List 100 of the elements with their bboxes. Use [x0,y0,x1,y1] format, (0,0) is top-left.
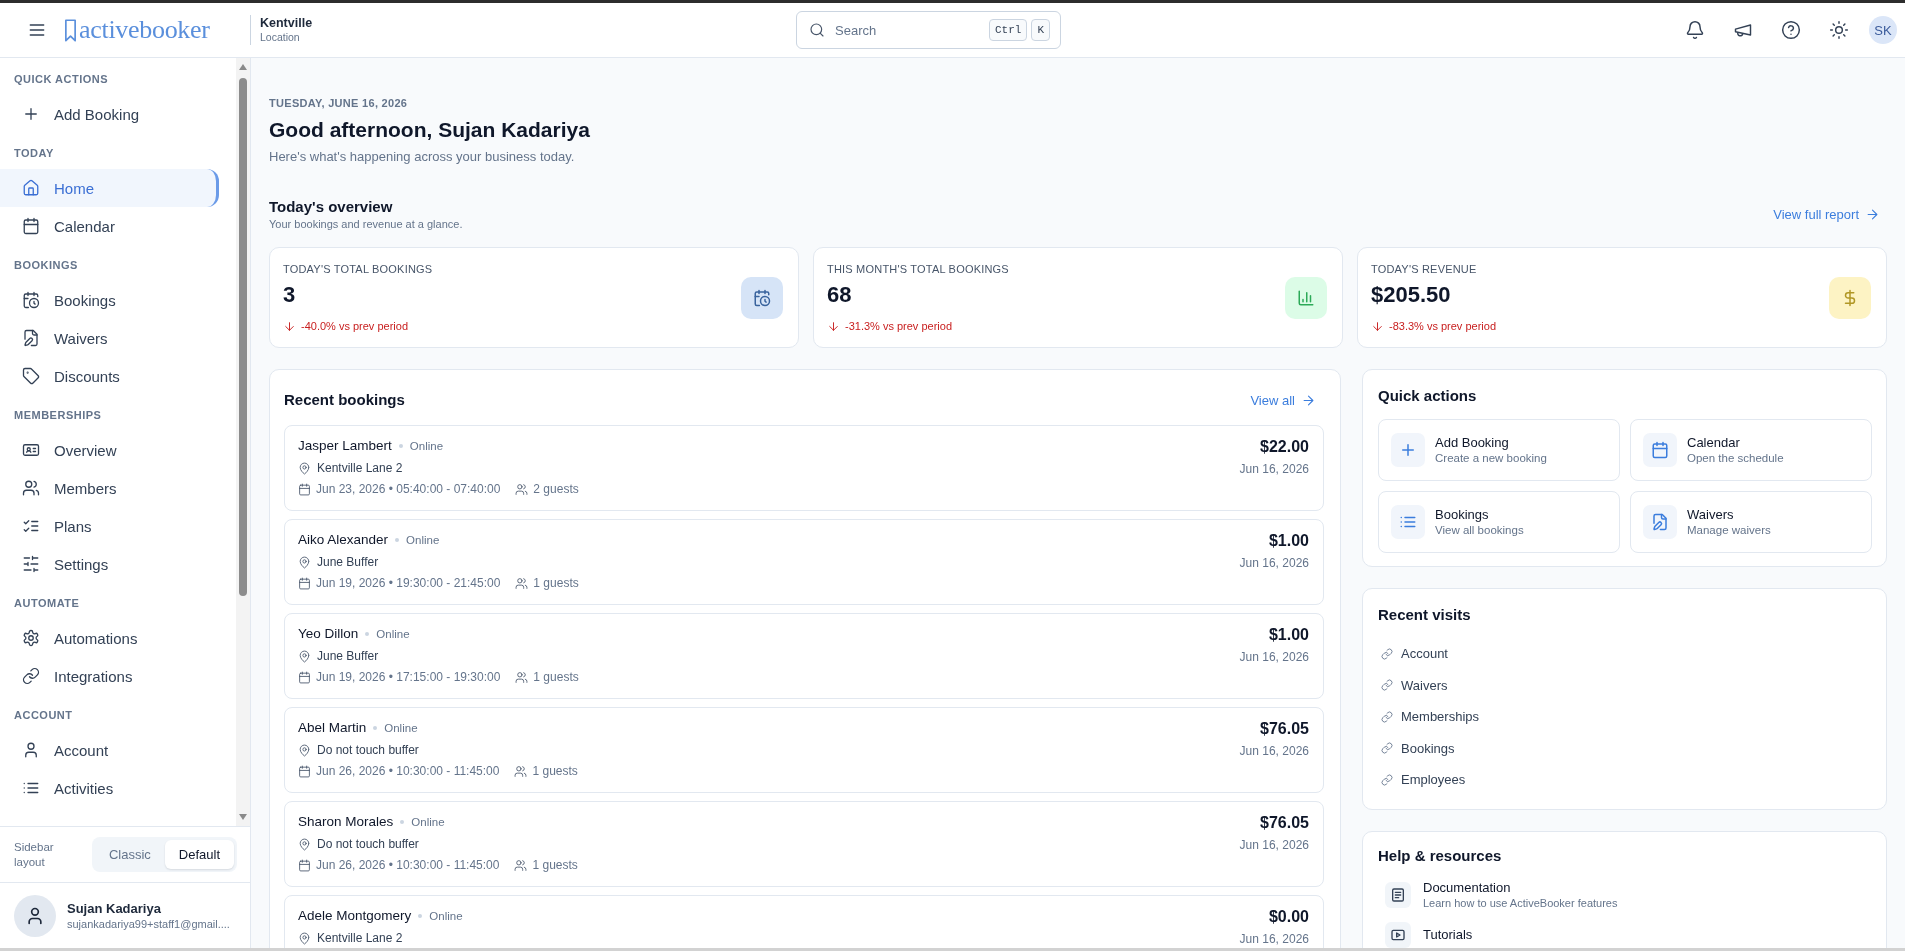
calendar-icon [298,764,311,778]
booking-price: $76.05 [1259,719,1309,739]
calendar-icon [298,858,311,872]
stat-label: THIS MONTH'S TOTAL BOOKINGS [827,262,1009,276]
sidebar-item[interactable]: Overview [0,431,219,469]
settings-icon [22,629,40,647]
guest-count: 1 guests [533,669,579,685]
booking-location: Kentville Lane 2 [317,460,403,476]
layout-option[interactable]: Default [164,840,234,869]
layout-option[interactable]: Classic [94,840,165,869]
map-pin-icon [298,837,311,851]
booking-date: Jun 16, 2026 [1239,931,1309,947]
booking-source: Online [429,909,463,924]
view-full-report-link[interactable]: View full report [1773,206,1887,222]
booking-card[interactable]: Aiko Alexander Online June Buffer Jun 19, 2026 • 19:30:00 - 21:45:00 1 guests $1.00 Jun 16, 2026 [284,519,1324,605]
booking-card[interactable]: Jasper Lambert Online Kentville Lane 2 Jun 23, 2026 • 05:40:00 - 07:40:00 2 guests $22.00 Jun 16, 2026 [284,425,1324,511]
sidebar-item[interactable]: Waivers [0,319,219,357]
file-pen-icon [1643,505,1677,539]
booking-price: $22.00 [1259,437,1309,457]
quick-action-tile[interactable]: Add Booking Create a new booking [1378,419,1620,481]
search-icon [809,22,825,38]
sidebar-item[interactable]: Members [0,469,219,507]
help-resource-link[interactable]: Documentation Learn how to use ActiveBooker features [1378,874,1618,915]
quick-action-tile[interactable]: Bookings View all bookings [1378,491,1620,553]
user-avatar[interactable]: SK [1869,16,1897,44]
calendar-icon [298,482,311,496]
section-title: Today's overview [269,197,394,217]
arrow-right-icon [1301,392,1316,408]
booking-card[interactable]: Abel Martin Online Do not touch buffer Jun 26, 2026 • 10:30:00 - 11:45:00 1 guests $76.05 Jun 16, 2026 [284,707,1324,793]
customer-name: Aiko Alexander [298,531,389,549]
stat-value: 3 [283,281,297,309]
separator-dot-icon [400,820,405,824]
greeting-heading: Good afternoon, Sujan Kadariya [269,117,591,143]
section-label: ACCOUNT [13,708,74,723]
link-icon [1381,710,1393,723]
sidebar-item[interactable]: Account [0,731,219,769]
recent-visit-link[interactable]: Waivers [1378,669,1448,701]
user-email: sujankadariya99+staff1@gmail.... [67,916,230,932]
quick-action-tile[interactable]: Calendar Open the schedule [1630,419,1872,481]
id-card-icon [22,441,40,459]
tag-icon [22,367,40,385]
sidebar-item[interactable]: Calendar [0,207,219,245]
checklist-icon [22,517,40,535]
file-pen-icon [22,329,40,347]
section-label: QUICK ACTIONS [13,72,110,87]
users-icon [22,479,40,497]
sidebar-item[interactable]: Integrations [0,657,219,695]
layout-label: Sidebar layout [14,839,55,870]
home-icon [22,179,40,197]
help-resource-link[interactable]: Tutorials [1378,914,1473,948]
booking-card[interactable]: Yeo Dillon Online June Buffer Jun 19, 2026 • 17:15:00 - 19:30:00 1 guests $1.00 Jun 16, 2026 [284,613,1324,699]
booking-card[interactable]: Adele Montgomery Online Kentville Lane 2 $0.00 Jun 16, 2026 [284,895,1324,948]
recent-visit-link[interactable]: Bookings [1378,732,1455,764]
sidebar-item[interactable]: Plans [0,507,219,545]
calendar-icon [298,576,311,590]
booking-source: Online [384,721,418,736]
booking-source: Online [376,627,410,642]
calendar-icon [1643,433,1677,467]
recent-visit-link[interactable]: Account [1378,638,1448,670]
recent-visit-link[interactable]: Employees [1378,764,1466,796]
recent-visit-link[interactable]: Memberships [1378,701,1480,733]
sidebar-item[interactable]: Automations [0,619,219,657]
avatar-icon[interactable] [14,894,56,937]
map-pin-icon [298,649,311,663]
booking-card[interactable]: Sharon Morales Online Do not touch buffer Jun 26, 2026 • 10:30:00 - 11:45:00 1 guests $76.05 Jun 16, 2026 [284,801,1324,887]
sliders-icon [22,555,40,573]
guest-count: 1 guests [533,575,579,591]
scrollbar[interactable] [236,58,250,826]
bell-icon [1685,20,1705,40]
location-name[interactable]: Kentville [260,16,370,31]
booking-date: Jun 16, 2026 [1239,649,1309,665]
booking-date: Jun 16, 2026 [1239,743,1309,759]
users-icon [515,482,529,496]
booking-location: June Buffer [317,554,379,570]
arrow-down-icon [1371,319,1384,333]
sidebar-item[interactable]: Settings [0,545,219,583]
link-icon [1381,647,1393,660]
guest-count: 1 guests [532,763,578,779]
shortcut-key: Ctrl [989,19,1028,41]
view-all-link[interactable]: View all [1250,392,1324,408]
booking-source: Online [409,439,444,454]
users-icon [515,576,529,590]
list-icon [1391,505,1425,539]
calendar-icon [22,217,40,235]
booking-location: June Buffer [317,648,379,664]
booking-time: Jun 19, 2026 • 17:15:00 - 19:30:00 [316,669,501,685]
stat-change: -40.0% vs prev period [301,319,408,333]
stat-value: $205.50 [1371,281,1452,309]
sidebar-item[interactable]: Home [0,169,219,207]
booking-time: Jun 26, 2026 • 10:30:00 - 11:45:00 [316,763,500,779]
stat-label: TODAY'S TOTAL BOOKINGS [283,262,433,276]
sidebar-item[interactable]: Discounts [0,357,219,395]
sidebar-item[interactable]: Add Booking [0,95,219,133]
sidebar-item[interactable]: Activities [0,769,219,807]
booking-location: Do not touch buffer [317,742,419,758]
users-icon [515,670,529,684]
quick-action-tile[interactable]: Waivers Manage waivers [1630,491,1872,553]
sidebar-item[interactable]: Bookings [0,281,219,319]
section-subtitle: Your bookings and revenue at a glance. [269,217,463,231]
separator-dot-icon [398,444,403,448]
